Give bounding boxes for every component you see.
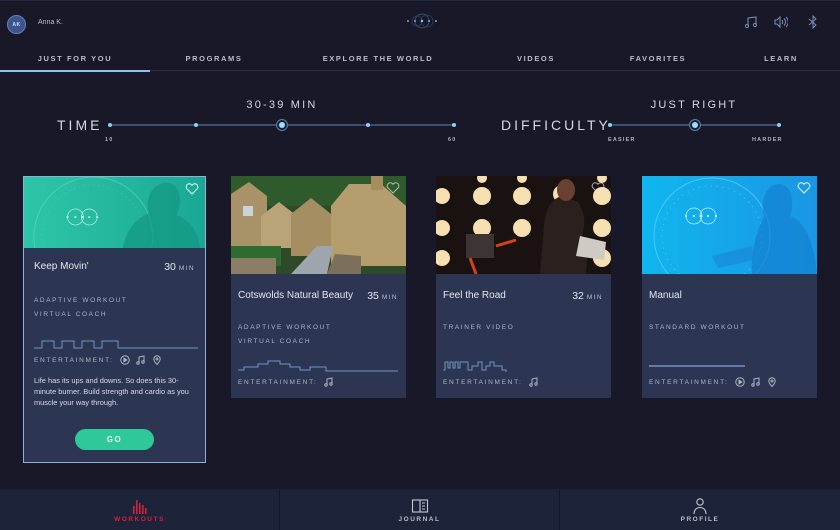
music-icon xyxy=(135,355,145,365)
workout-image xyxy=(24,177,205,248)
avatar[interactable]: AK xyxy=(7,15,26,34)
intensity-profile-graph xyxy=(34,340,198,349)
slider-handle[interactable] xyxy=(688,119,701,131)
slider-step-dot[interactable] xyxy=(608,123,612,127)
entertainment-row: ENTERTAINMENT: xyxy=(443,377,539,387)
duration-unit: MIN xyxy=(586,294,603,301)
slider-step-dot[interactable] xyxy=(366,123,370,127)
category-tabs: JUST FOR YOU PROGRAMS EXPLORE THE WORLD … xyxy=(0,46,840,72)
time-label: TIME xyxy=(57,117,103,133)
bluetooth-icon[interactable] xyxy=(806,15,820,29)
video-icon xyxy=(734,377,745,387)
intensity-profile-graph xyxy=(649,365,745,367)
slider-step-dot[interactable] xyxy=(777,123,781,127)
slider-step-dot[interactable] xyxy=(194,123,198,127)
user-name: Anna K. xyxy=(38,19,63,26)
duration-value: 32 xyxy=(572,290,584,302)
workout-tag: TRAINER VIDEO xyxy=(443,324,515,331)
duration-unit: MIN xyxy=(178,265,195,272)
workout-description: Life has its ups and downs. So does this… xyxy=(34,376,189,407)
tab-programs[interactable]: PROGRAMS xyxy=(164,46,264,71)
tab-learn[interactable]: LEARN xyxy=(750,46,812,71)
difficulty-max-label: HARDER xyxy=(752,137,783,143)
workout-duration: 35 MIN xyxy=(367,290,398,302)
difficulty-value: JUST RIGHT xyxy=(650,99,738,111)
nav-workouts[interactable]: WORKOUTS xyxy=(0,489,280,530)
video-icon xyxy=(119,355,130,365)
map-pin-icon xyxy=(767,377,776,387)
entertainment-label: ENTERTAINMENT: xyxy=(649,378,729,386)
favorite-heart-icon[interactable] xyxy=(797,182,811,194)
duration-unit: MIN xyxy=(381,294,398,301)
workout-title: Feel the Road xyxy=(443,290,506,301)
favorite-heart-icon[interactable] xyxy=(591,182,605,194)
top-bar: AK Anna K. xyxy=(0,0,840,42)
workout-tag: VIRTUAL COACH xyxy=(34,311,108,318)
workout-card[interactable]: Cotswolds Natural Beauty 35 MIN ADAPTIVE … xyxy=(231,176,406,398)
time-min-label: 10 xyxy=(105,137,114,143)
slider-step-dot[interactable] xyxy=(108,123,112,127)
entertainment-row: ENTERTAINMENT: xyxy=(238,377,334,387)
workout-tag: ADAPTIVE WORKOUT xyxy=(238,324,332,331)
workout-image xyxy=(642,176,817,274)
duration-value: 35 xyxy=(367,290,379,302)
entertainment-row: ENTERTAINMENT: xyxy=(34,355,162,365)
workout-duration: 30 MIN xyxy=(164,261,195,273)
workout-title: Manual xyxy=(649,290,682,301)
entertainment-label: ENTERTAINMENT: xyxy=(34,356,114,364)
tab-videos[interactable]: VIDEOS xyxy=(496,46,576,71)
favorite-heart-icon[interactable] xyxy=(185,183,199,195)
entertainment-label: ENTERTAINMENT: xyxy=(443,378,523,386)
music-icon xyxy=(528,377,538,387)
time-value: 30-39 MIN xyxy=(246,99,318,111)
map-pin-icon xyxy=(152,355,161,365)
nav-profile[interactable]: PROFILE xyxy=(560,489,840,530)
workouts-bars-icon xyxy=(132,499,147,514)
difficulty-min-label: EASIER xyxy=(608,137,636,143)
workout-card[interactable]: Keep Movin' 30 MIN ADAPTIVE WORKOUT VIRTU… xyxy=(23,176,206,463)
go-button[interactable]: GO xyxy=(75,429,154,450)
difficulty-label: DIFFICULTY xyxy=(501,117,611,133)
workout-tag: ADAPTIVE WORKOUT xyxy=(34,297,128,304)
nav-label: WORKOUTS xyxy=(114,515,165,523)
bottom-navigation: WORKOUTS JOURNAL PROFILE xyxy=(0,489,840,530)
workout-title: Cotswolds Natural Beauty xyxy=(238,290,354,301)
tab-favorites[interactable]: FAVORITES xyxy=(618,46,698,71)
workout-title: Keep Movin' xyxy=(34,261,89,272)
duration-value: 30 xyxy=(164,261,176,273)
tab-just-for-you[interactable]: JUST FOR YOU xyxy=(0,46,150,72)
tab-explore-the-world[interactable]: EXPLORE THE WORLD xyxy=(308,46,448,71)
workout-card[interactable]: Feel the Road 32 MIN TRAINER VIDEO ENTERT… xyxy=(436,176,611,398)
workout-image xyxy=(231,176,406,274)
profile-icon xyxy=(693,497,707,514)
entertainment-label: ENTERTAINMENT: xyxy=(238,378,318,386)
nav-journal[interactable]: JOURNAL xyxy=(280,489,560,530)
nav-label: PROFILE xyxy=(680,515,720,523)
music-icon[interactable] xyxy=(744,15,758,29)
volume-icon[interactable] xyxy=(774,15,788,29)
journal-icon xyxy=(411,498,428,513)
intensity-profile-graph xyxy=(238,360,398,372)
time-max-label: 60 xyxy=(448,137,457,143)
workout-tag: VIRTUAL COACH xyxy=(238,338,312,345)
entertainment-row: ENTERTAINMENT: xyxy=(649,377,777,387)
workout-card[interactable]: Manual STANDARD WORKOUT ENTERTAINMENT: xyxy=(642,176,817,398)
music-icon xyxy=(750,377,760,387)
nav-label: JOURNAL xyxy=(398,515,441,523)
intensity-profile-graph xyxy=(443,361,507,372)
brand-logo-icon xyxy=(407,13,437,29)
workout-image xyxy=(436,176,611,274)
workout-duration: 32 MIN xyxy=(572,290,603,302)
slider-step-dot[interactable] xyxy=(452,123,456,127)
music-icon xyxy=(323,377,333,387)
favorite-heart-icon[interactable] xyxy=(386,182,400,194)
workout-tag: STANDARD WORKOUT xyxy=(649,324,746,331)
slider-handle[interactable] xyxy=(276,119,288,131)
